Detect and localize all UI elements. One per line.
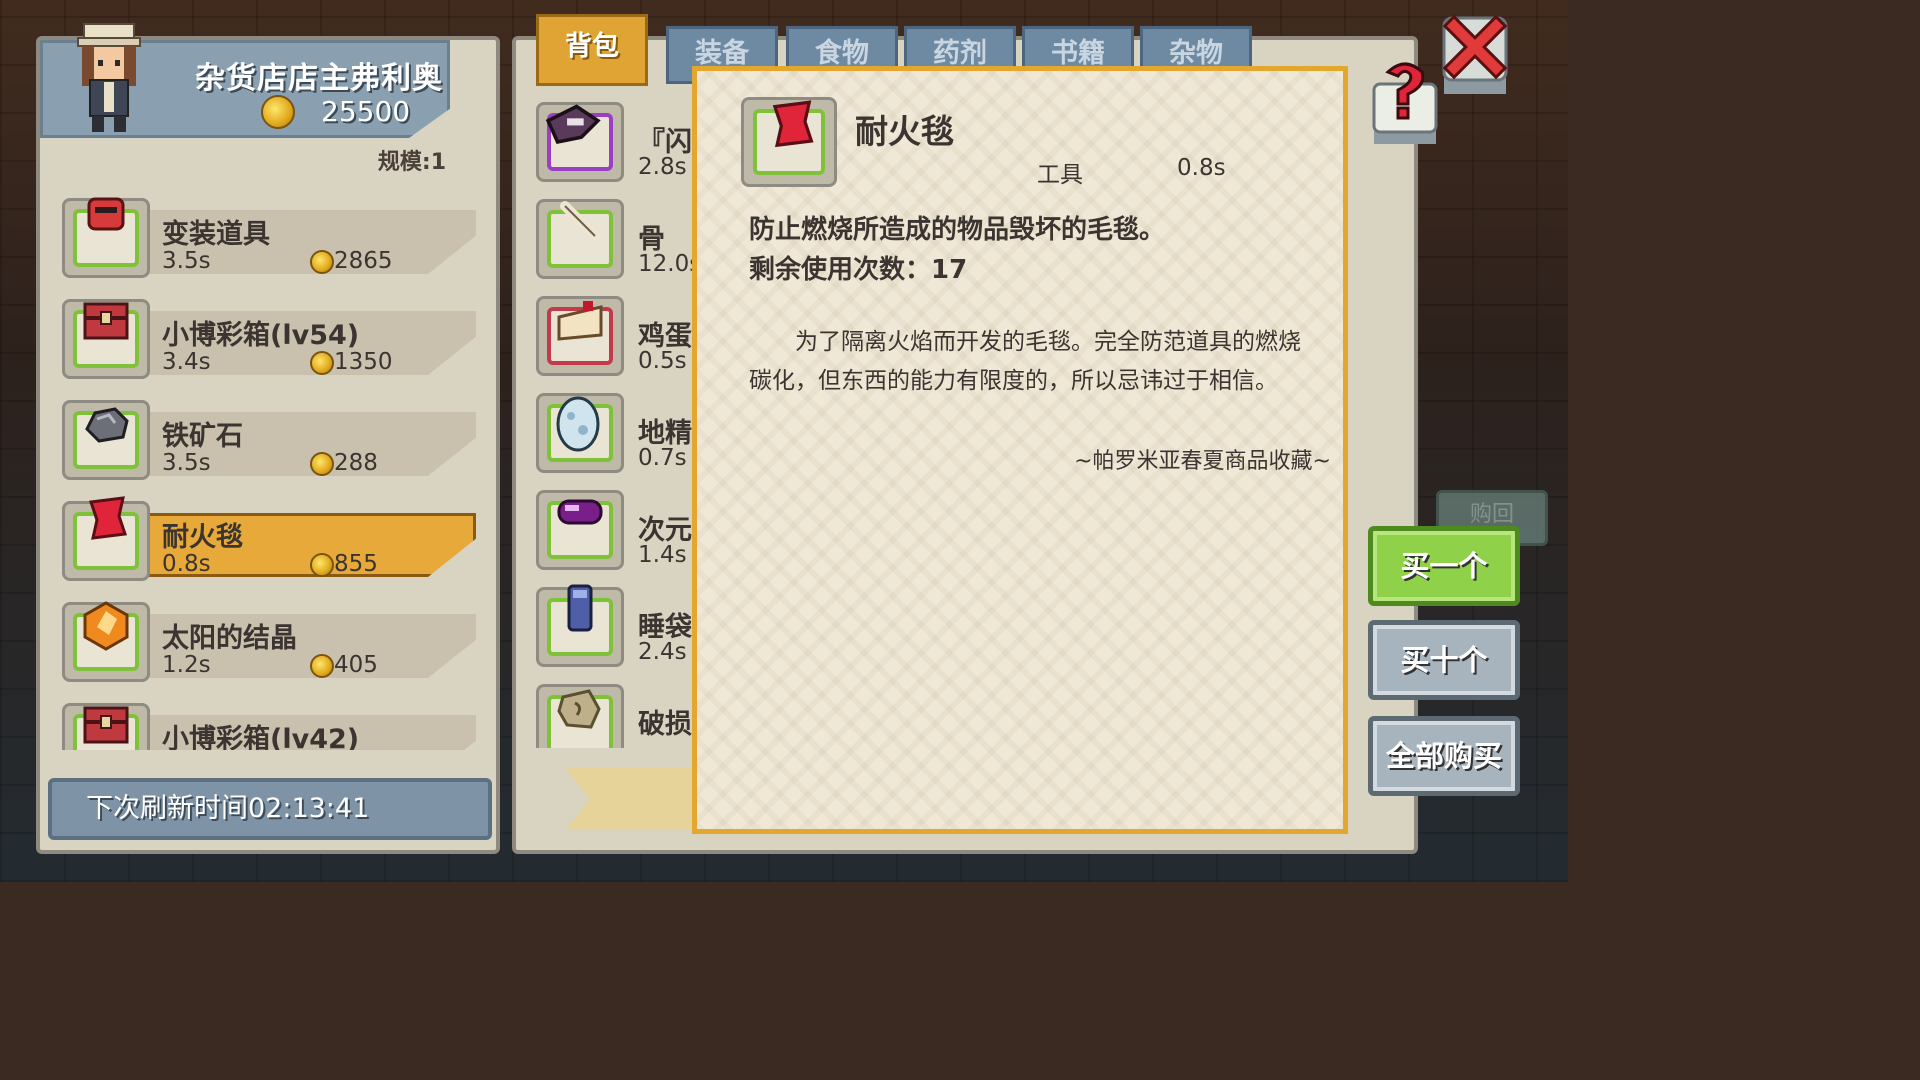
pill-icon bbox=[557, 499, 603, 525]
inventory-item-row[interactable]: 地精 0.7s bbox=[534, 387, 694, 484]
item-time: 2.4s bbox=[638, 639, 687, 665]
item-slot bbox=[62, 703, 150, 750]
item-slot bbox=[62, 601, 150, 682]
inventory-item-row[interactable]: 『闪 2.8s bbox=[534, 96, 694, 193]
disguise-mask-icon bbox=[87, 197, 125, 231]
bone-icon bbox=[560, 201, 600, 241]
shop-gold-amount: 25500 bbox=[321, 95, 411, 128]
buy-all-button[interactable]: 全部购买 bbox=[1368, 716, 1520, 796]
item-slot bbox=[536, 199, 624, 279]
detail-item-slot bbox=[741, 97, 837, 187]
item-name: 破损 bbox=[638, 709, 692, 740]
item-slot bbox=[536, 102, 624, 182]
item-time: 0.5s bbox=[638, 348, 687, 374]
detail-item-time: 0.8s bbox=[1177, 155, 1226, 181]
sun-crystal-icon bbox=[83, 601, 129, 651]
inventory-item-row[interactable]: 次元 1.4s bbox=[534, 484, 694, 581]
refresh-timer: 下次刷新时间02:13:41 bbox=[48, 778, 492, 840]
shop-item-list[interactable]: 变装道具 3.5s 2865 小博彩箱(lv54) 3.4s 1350 铁矿石 … bbox=[56, 190, 480, 750]
item-price: 405 bbox=[310, 652, 378, 678]
inventory-item-row[interactable]: 鸡蛋 0.5s bbox=[534, 290, 694, 387]
broken-stone-icon bbox=[557, 689, 601, 729]
item-slot bbox=[536, 393, 624, 473]
shop-item-row-selected[interactable]: 耐火毯 0.8s 855 bbox=[56, 493, 480, 594]
item-time: 12.0s bbox=[638, 251, 694, 277]
shop-owner-avatar bbox=[77, 23, 141, 132]
tab-backpack[interactable]: 背包 bbox=[536, 14, 648, 86]
weapon-icon bbox=[545, 104, 601, 145]
shop-item-row[interactable]: 太阳的结晶 1.2s 405 bbox=[56, 594, 480, 695]
detail-item-category: 工具 bbox=[1037, 162, 1083, 188]
fireproof-blanket-icon bbox=[88, 496, 128, 540]
item-name: 耐火毯 bbox=[162, 522, 243, 553]
item-name: 小博彩箱(lv42) bbox=[162, 724, 360, 750]
fireproof-blanket-icon bbox=[772, 100, 814, 148]
shop-item-row[interactable]: 变装道具 3.5s 2865 bbox=[56, 190, 480, 291]
item-time: 1.4s bbox=[638, 542, 687, 568]
detail-source: ~帕罗米亚春夏商品收藏~ bbox=[1074, 449, 1331, 474]
lottery-chest-icon bbox=[83, 302, 129, 340]
close-button[interactable] bbox=[1442, 14, 1508, 98]
gold-coin-icon bbox=[310, 653, 334, 678]
item-slot bbox=[536, 296, 624, 376]
detail-item-name: 耐火毯 bbox=[855, 112, 954, 151]
shop-item-row[interactable]: 小博彩箱(lv42) bbox=[56, 695, 480, 750]
item-slot bbox=[536, 684, 624, 748]
item-slot bbox=[62, 400, 150, 480]
item-slot bbox=[536, 584, 624, 667]
shop-scale-label: 规模:1 bbox=[377, 150, 446, 175]
item-name: 小博彩箱(lv54) bbox=[162, 320, 360, 351]
item-time: 0.7s bbox=[638, 445, 687, 471]
item-name: 铁矿石 bbox=[162, 421, 243, 452]
help-button[interactable] bbox=[1370, 56, 1440, 148]
item-time: 1.2s bbox=[162, 652, 211, 678]
lottery-chest-icon bbox=[83, 706, 129, 744]
shop-item-row[interactable]: 小博彩箱(lv54) 3.4s 1350 bbox=[56, 291, 480, 392]
item-slot bbox=[62, 299, 150, 379]
egg-icon bbox=[556, 396, 600, 452]
buy-one-button[interactable]: 买一个 bbox=[1368, 526, 1520, 606]
item-price: 855 bbox=[310, 551, 378, 577]
item-slot bbox=[62, 197, 150, 278]
item-time: 3.5s bbox=[162, 450, 211, 476]
gold-coin-icon bbox=[310, 451, 334, 476]
buy-ten-button[interactable]: 买十个 bbox=[1368, 620, 1520, 700]
detail-flavor-text: 为了隔离火焰而开发的毛毯。完全防范道具的燃烧碳化，但东西的能力有限度的，所以忌讳… bbox=[749, 329, 1301, 394]
inventory-item-row[interactable]: 骨 12.0s bbox=[534, 193, 694, 290]
item-time: 2.8s bbox=[638, 154, 687, 180]
sleeping-bag-icon bbox=[567, 584, 593, 632]
shop-item-row[interactable]: 铁矿石 3.5s 288 bbox=[56, 392, 480, 493]
item-time: 0.8s bbox=[162, 551, 211, 577]
item-slot bbox=[536, 490, 624, 570]
shop-panel: 杂货店店主弗利奥 25500 规模:1 变装道具 3.5s 2865 小博彩箱(… bbox=[36, 23, 500, 854]
detail-description: 防止燃烧所造成的物品毁坏的毛毯。 bbox=[749, 215, 1166, 245]
inventory-item-list[interactable]: 『闪 2.8s 骨 12.0s 鸡蛋 0.5s 地精 0 bbox=[534, 96, 694, 748]
item-name: 变装道具 bbox=[162, 219, 270, 250]
item-name: 太阳的结晶 bbox=[162, 623, 297, 654]
item-time: 3.4s bbox=[162, 349, 211, 375]
detail-uses-remaining: 剩余使用次数：17 bbox=[749, 255, 968, 285]
item-price: 1350 bbox=[310, 349, 393, 375]
inventory-item-row[interactable]: 破损 bbox=[534, 678, 694, 748]
cake-icon bbox=[557, 301, 603, 341]
gold-coin-icon bbox=[310, 552, 334, 577]
item-time: 3.5s bbox=[162, 248, 211, 274]
inventory-item-row[interactable]: 睡袋 2.4s bbox=[534, 581, 694, 678]
iron-ore-icon bbox=[85, 407, 129, 443]
item-price: 288 bbox=[310, 450, 378, 476]
item-slot bbox=[62, 496, 150, 581]
gold-coin-icon bbox=[310, 249, 334, 274]
gold-coin-icon bbox=[261, 95, 295, 129]
shop-owner-name: 杂货店店主弗利奥 bbox=[195, 61, 443, 96]
item-price: 2865 bbox=[310, 248, 393, 274]
item-detail-popup: 耐火毯 工具 0.8s 防止燃烧所造成的物品毁坏的毛毯。 剩余使用次数：17 为… bbox=[692, 66, 1348, 834]
gold-coin-icon bbox=[310, 350, 334, 375]
